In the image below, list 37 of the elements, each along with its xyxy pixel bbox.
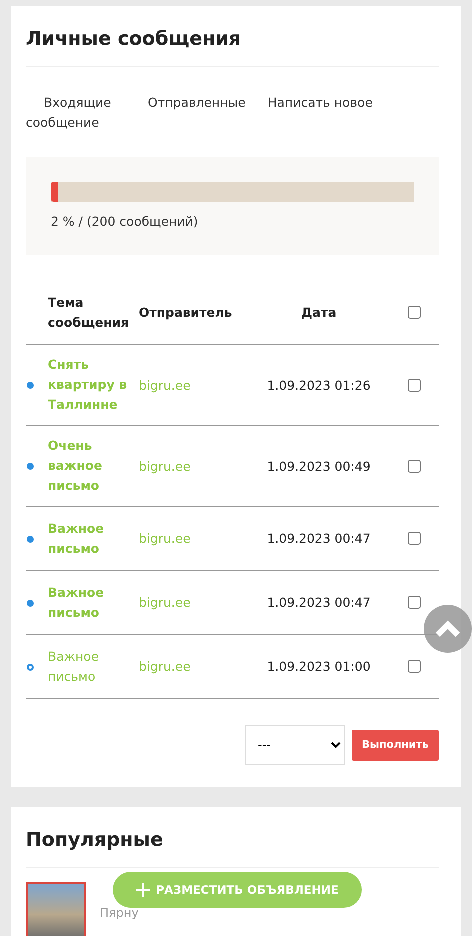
message-date: 1.09.2023 00:49 <box>267 458 371 474</box>
message-date: 1.09.2023 00:47 <box>267 531 371 546</box>
tab-link[interactable]: Входящие сообщение <box>26 93 126 133</box>
photo-placeholder <box>26 882 86 936</box>
tab-link[interactable]: Отправленные <box>148 93 246 133</box>
sender-link[interactable]: bigru.ee <box>139 531 191 546</box>
execute-button[interactable]: Выполнить <box>352 730 439 760</box>
sender-link[interactable]: bigru.ee <box>139 458 191 474</box>
sender-link[interactable]: bigru.ee <box>139 378 191 392</box>
row-checkbox[interactable] <box>408 596 420 609</box>
row-checkbox[interactable] <box>408 660 420 673</box>
action-select[interactable]: --- <box>245 725 345 765</box>
listing-location: Пярну <box>100 906 139 920</box>
message-subject-link[interactable]: Очень важное письмо <box>48 436 139 496</box>
sender-link[interactable]: bigru.ee <box>139 595 191 610</box>
message-subject-link[interactable]: Снять квартиру в Таллинне <box>48 355 139 415</box>
column-header: Отправитель <box>139 304 232 322</box>
select-all-checkbox[interactable] <box>408 306 420 319</box>
row-checkbox[interactable] <box>408 532 420 545</box>
column-header: Тема сообщения <box>48 294 130 332</box>
sender-link[interactable]: bigru.ee <box>139 659 191 674</box>
message-subject-link[interactable]: Важное письмо <box>48 518 139 558</box>
column-header: Дата <box>301 304 337 322</box>
tab-link[interactable]: Написать новое <box>268 93 373 133</box>
quota-caption: 2 % / (200 сообщений) <box>51 214 200 229</box>
message-subject-link[interactable]: Важное письмо <box>48 582 139 622</box>
row-checkbox[interactable] <box>408 460 420 472</box>
message-date: 1.09.2023 01:26 <box>267 378 371 392</box>
post-ad-button[interactable]: РАЗМЕСТИТЬ ОБЪЯВЛЕНИЕ <box>113 872 362 908</box>
card-title: Популярные <box>26 825 439 868</box>
message-date: 1.09.2023 00:47 <box>267 595 371 610</box>
message-subject-link[interactable]: Важное письмо <box>48 646 139 686</box>
plus-icon <box>136 883 150 897</box>
row-checkbox[interactable] <box>408 378 420 392</box>
chevron-up-icon <box>435 620 461 638</box>
card-title: Личные сообщения <box>26 24 439 67</box>
message-date: 1.09.2023 01:00 <box>267 659 371 674</box>
